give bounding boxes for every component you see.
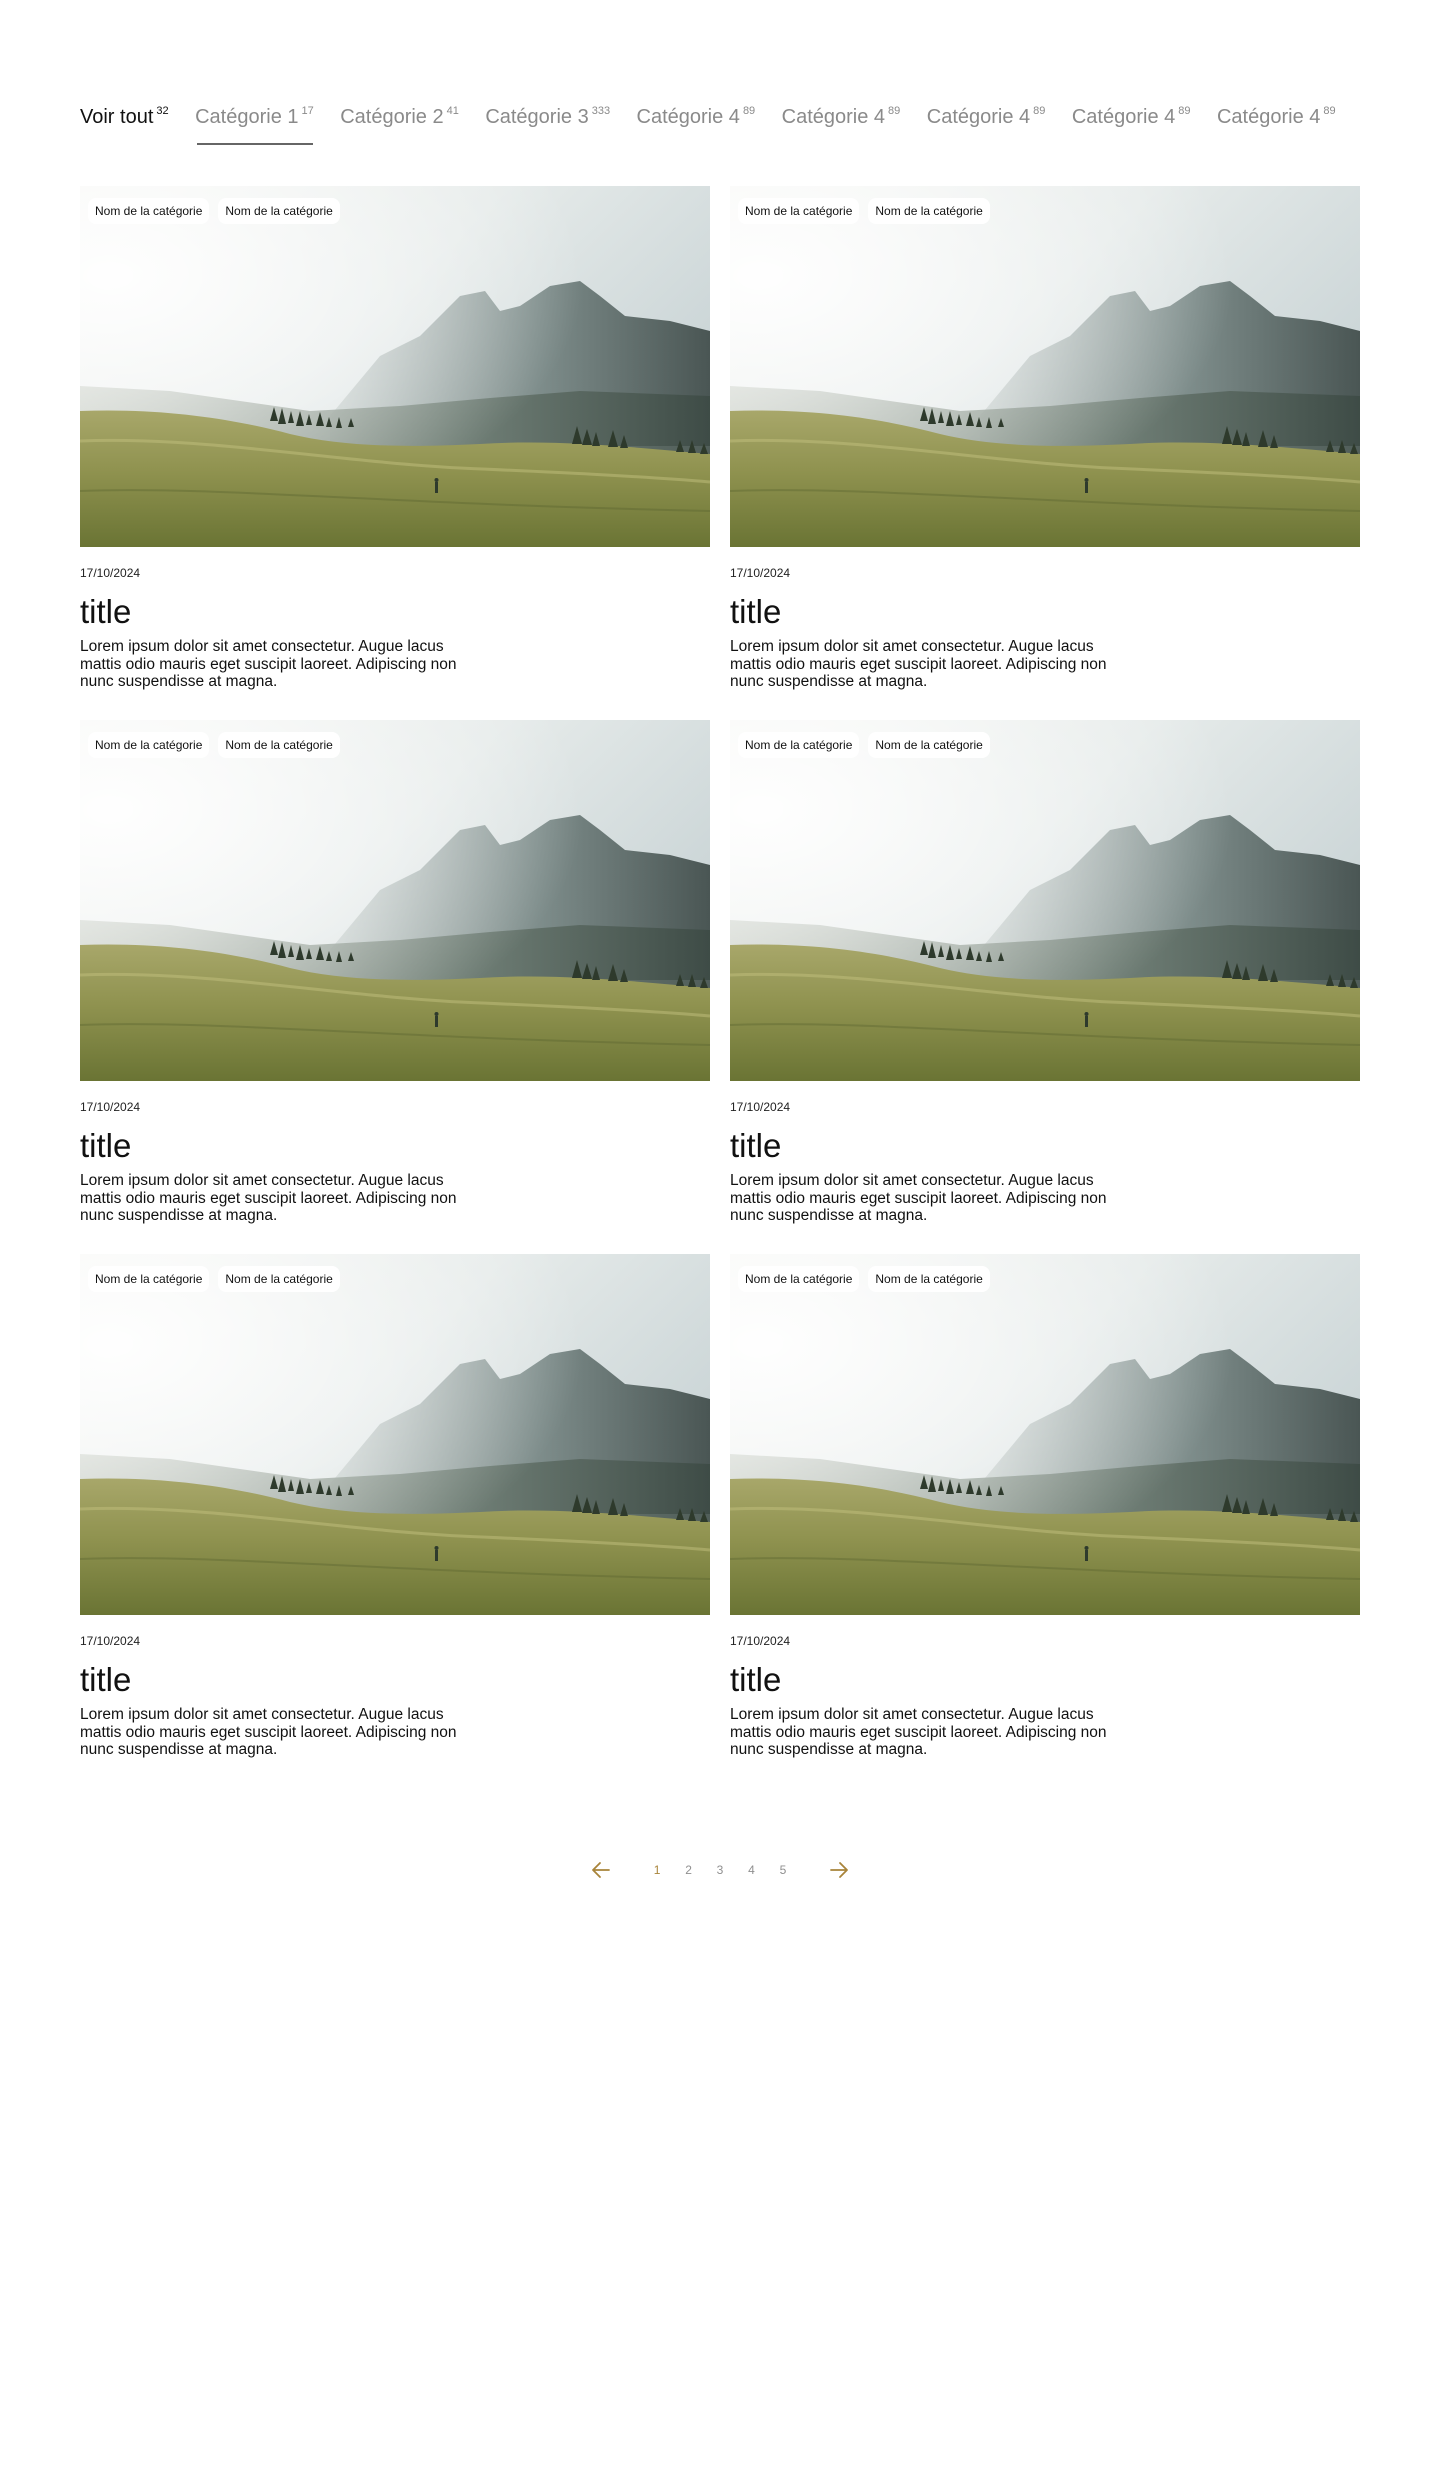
category-chips: Nom de la catégorie Nom de la catégorie [88,1266,340,1292]
article-image[interactable]: Nom de la catégorie Nom de la catégorie [80,720,710,1081]
category-chip[interactable]: Nom de la catégorie [738,198,860,224]
category-chips: Nom de la catégorie Nom de la catégorie [738,1266,990,1292]
next-page-button[interactable] [823,1852,856,1888]
article-image[interactable]: Nom de la catégorie Nom de la catégorie [730,1254,1360,1615]
tab-categorie-4[interactable]: Catégorie 4 89 [927,100,1046,137]
article-title[interactable]: title [730,592,1360,632]
article-date: 17/10/2024 [730,566,791,580]
tab-label: Catégorie 2 [340,106,444,128]
tab-count: 41 [446,105,459,117]
article-title[interactable]: title [80,592,710,632]
landscape-photo [730,720,1360,1081]
tab-count: 89 [1178,105,1191,117]
article-title[interactable]: title [730,1126,1360,1166]
article-card[interactable]: Nom de la catégorie Nom de la catégorie 17… [80,720,710,1236]
category-chip[interactable]: Nom de la catégorie [88,198,210,224]
blog-listing-page: Voir tout 32 Catégorie 1 17 Catégorie 2 41 … [0,0,1440,2465]
article-grid: Nom de la catégorie Nom de la catégorie 17… [80,186,1360,1770]
landscape-photo [730,186,1360,547]
tab-count: 89 [742,105,756,117]
category-chip[interactable]: Nom de la catégorie [738,732,860,758]
article-image[interactable]: Nom de la catégorie Nom de la catégorie [730,186,1360,547]
tab-categorie-4[interactable]: Catégorie 4 89 [1217,100,1336,137]
article-excerpt: Lorem ipsum dolor sit amet consectetur. … [80,1706,457,1758]
page-link[interactable]: 4 [736,1863,767,1877]
category-chips: Nom de la catégorie Nom de la catégorie [738,732,990,758]
tab-label: Voir tout [80,106,154,128]
article-image[interactable]: Nom de la catégorie Nom de la catégorie [730,720,1360,1081]
category-chips: Nom de la catégorie Nom de la catégorie [738,198,990,224]
tab-categorie-2[interactable]: Catégorie 2 41 [340,100,459,137]
tab-label: Catégorie 4 [1071,106,1176,128]
tab-label: Catégorie 1 [195,106,299,128]
category-chips: Nom de la catégorie Nom de la catégorie [88,198,340,224]
article-card[interactable]: Nom de la catégorie Nom de la catégorie 17… [730,186,1360,702]
tab-voir-tout[interactable]: Voir tout 32 [80,100,169,137]
category-chip[interactable]: Nom de la catégorie [868,198,990,224]
category-chip[interactable]: Nom de la catégorie [88,732,210,758]
tab-label: Catégorie 3 [485,106,589,128]
article-title[interactable]: title [80,1126,710,1166]
tab-count: 32 [156,105,169,117]
category-chip[interactable]: Nom de la catégorie [738,1266,860,1292]
tab-label: Catégorie 4 [1216,106,1321,128]
article-card[interactable]: Nom de la catégorie Nom de la catégorie 17… [730,720,1360,1236]
category-chip[interactable]: Nom de la catégorie [218,198,340,224]
article-title[interactable]: title [80,1660,710,1700]
pagination: 1 2 3 4 5 [584,1852,856,1888]
tab-categorie-1[interactable]: Catégorie 1 17 [195,100,314,145]
article-excerpt: Lorem ipsum dolor sit amet consectetur. … [730,638,1107,690]
tab-categorie-4[interactable]: Catégorie 4 89 [782,100,901,137]
tab-categorie-4[interactable]: Catégorie 4 89 [637,100,756,137]
category-chip[interactable]: Nom de la catégorie [88,1266,210,1292]
article-excerpt: Lorem ipsum dolor sit amet consectetur. … [730,1172,1107,1224]
category-chip[interactable]: Nom de la catégorie [218,1266,340,1292]
page-link[interactable]: 3 [704,1863,735,1877]
category-chips: Nom de la catégorie Nom de la catégorie [88,732,340,758]
tab-label: Catégorie 4 [781,106,886,128]
landscape-photo [80,720,710,1081]
article-excerpt: Lorem ipsum dolor sit amet consectetur. … [730,1706,1107,1758]
page-link[interactable]: 2 [673,1863,704,1877]
tab-label: Catégorie 4 [926,106,1031,128]
category-chip[interactable]: Nom de la catégorie [868,732,990,758]
tab-count: 89 [1323,105,1336,117]
page-link[interactable]: 1 [641,1863,672,1877]
tab-count: 89 [1033,105,1046,117]
category-tabs: Voir tout 32 Catégorie 1 17 Catégorie 2 41 … [80,100,1360,150]
article-date: 17/10/2024 [80,566,141,580]
article-date: 17/10/2024 [730,1100,791,1114]
article-card[interactable]: Nom de la catégorie Nom de la catégorie 17… [80,186,710,702]
landscape-photo [80,1254,710,1615]
article-date: 17/10/2024 [730,1634,791,1648]
article-title[interactable]: title [730,1660,1360,1700]
tab-count: 89 [888,105,901,117]
prev-page-button[interactable] [584,1852,617,1888]
article-image[interactable]: Nom de la catégorie Nom de la catégorie [80,186,710,547]
tab-count: 333 [591,105,611,117]
category-chip[interactable]: Nom de la catégorie [868,1266,990,1292]
article-excerpt: Lorem ipsum dolor sit amet consectetur. … [80,1172,457,1224]
page-link[interactable]: 5 [767,1863,798,1877]
article-excerpt: Lorem ipsum dolor sit amet consectetur. … [80,638,457,690]
tab-label: Catégorie 4 [636,106,740,128]
landscape-photo [730,1254,1360,1615]
article-date: 17/10/2024 [80,1634,141,1648]
article-card[interactable]: Nom de la catégorie Nom de la catégorie 17… [730,1254,1360,1770]
arrow-left-icon [591,1862,610,1878]
tab-categorie-4[interactable]: Catégorie 4 89 [1072,100,1191,137]
article-image[interactable]: Nom de la catégorie Nom de la catégorie [80,1254,710,1615]
tab-count: 17 [301,105,314,117]
arrow-right-icon [830,1862,849,1878]
article-date: 17/10/2024 [80,1100,141,1114]
landscape-photo [80,186,710,547]
article-card[interactable]: Nom de la catégorie Nom de la catégorie 17… [80,1254,710,1770]
category-chip[interactable]: Nom de la catégorie [218,732,340,758]
tab-categorie-3[interactable]: Catégorie 3 333 [485,100,610,137]
